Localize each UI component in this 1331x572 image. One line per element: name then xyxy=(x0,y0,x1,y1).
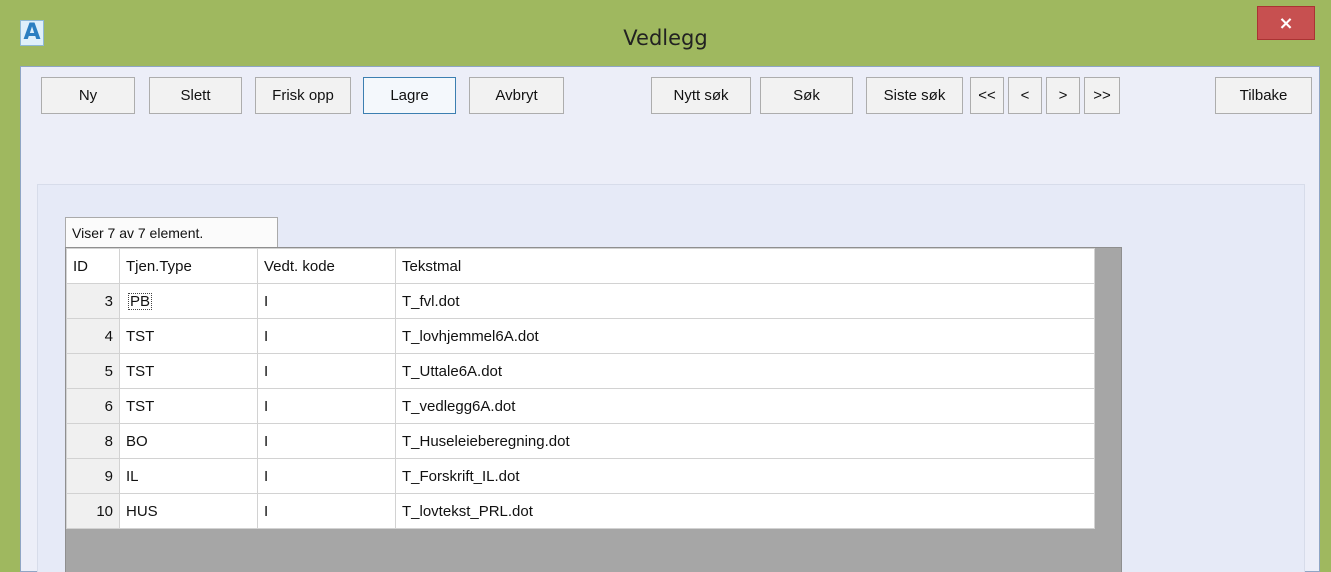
save-button[interactable]: Lagre xyxy=(363,77,456,114)
table-row[interactable]: 9 IL I T_Forskrift_IL.dot xyxy=(66,458,1095,494)
cell-text-template[interactable]: T_fvl.dot xyxy=(395,283,1095,319)
grid-table: ID Tjen.Type Vedt. kode Tekstmal 3 PB I … xyxy=(66,248,1095,529)
cell-text-template[interactable]: T_Forskrift_IL.dot xyxy=(395,458,1095,494)
window-title: Vedlegg xyxy=(623,26,708,50)
refresh-button[interactable]: Frisk opp xyxy=(255,77,351,114)
table-row[interactable]: 8 BO I T_Huseleieberegning.dot xyxy=(66,423,1095,459)
cell-service-type[interactable]: IL xyxy=(119,458,258,494)
cell-service-type[interactable]: PB xyxy=(119,283,258,319)
column-header-id[interactable]: ID xyxy=(66,248,120,284)
cell-service-type[interactable]: TST xyxy=(119,318,258,354)
last-search-button[interactable]: Siste søk xyxy=(866,77,963,114)
cell-decision-code[interactable]: I xyxy=(257,283,396,319)
column-header-decision-code[interactable]: Vedt. kode xyxy=(257,248,396,284)
cell-decision-code[interactable]: I xyxy=(257,423,396,459)
cell-decision-code[interactable]: I xyxy=(257,318,396,354)
cell-decision-code[interactable]: I xyxy=(257,353,396,389)
last-record-button[interactable]: >> xyxy=(1084,77,1120,114)
column-header-text-template[interactable]: Tekstmal xyxy=(395,248,1095,284)
delete-button[interactable]: Slett xyxy=(149,77,242,114)
previous-record-button[interactable]: < xyxy=(1008,77,1042,114)
grid-header-row: ID Tjen.Type Vedt. kode Tekstmal xyxy=(66,248,1095,284)
cell-id: 3 xyxy=(66,283,120,319)
application-window: A Vedlegg × Ny Slett Frisk opp Lagre Avb… xyxy=(0,0,1331,572)
client-area: Ny Slett Frisk opp Lagre Avbryt Nytt søk… xyxy=(20,66,1320,572)
back-button[interactable]: Tilbake xyxy=(1215,77,1312,114)
cell-decision-code[interactable]: I xyxy=(257,458,396,494)
cell-service-type[interactable]: BO xyxy=(119,423,258,459)
cancel-button[interactable]: Avbryt xyxy=(469,77,564,114)
cell-service-type[interactable]: HUS xyxy=(119,493,258,529)
cell-decision-code[interactable]: I xyxy=(257,388,396,424)
cell-id: 10 xyxy=(66,493,120,529)
table-row[interactable]: 10 HUS I T_lovtekst_PRL.dot xyxy=(66,493,1095,529)
new-button[interactable]: Ny xyxy=(41,77,135,114)
next-record-button[interactable]: > xyxy=(1046,77,1080,114)
cell-id: 5 xyxy=(66,353,120,389)
cell-id: 9 xyxy=(66,458,120,494)
cell-text-template[interactable]: T_lovtekst_PRL.dot xyxy=(395,493,1095,529)
close-button[interactable]: × xyxy=(1257,6,1315,40)
table-row[interactable]: 5 TST I T_Uttale6A.dot xyxy=(66,353,1095,389)
cell-id: 8 xyxy=(66,423,120,459)
cell-id: 4 xyxy=(66,318,120,354)
cell-service-type-value: PB xyxy=(126,291,154,312)
record-count-label: Viser 7 av 7 element. xyxy=(65,217,278,247)
cell-id: 6 xyxy=(66,388,120,424)
column-header-service-type[interactable]: Tjen.Type xyxy=(119,248,258,284)
first-record-button[interactable]: << xyxy=(970,77,1004,114)
cell-service-type[interactable]: TST xyxy=(119,388,258,424)
cell-text-template[interactable]: T_lovhjemmel6A.dot xyxy=(395,318,1095,354)
cell-service-type[interactable]: TST xyxy=(119,353,258,389)
cell-text-template[interactable]: T_vedlegg6A.dot xyxy=(395,388,1095,424)
data-grid[interactable]: ID Tjen.Type Vedt. kode Tekstmal 3 PB I … xyxy=(65,247,1122,572)
title-bar[interactable]: A Vedlegg × xyxy=(0,0,1331,66)
cell-decision-code[interactable]: I xyxy=(257,493,396,529)
cell-text-template[interactable]: T_Huseleieberegning.dot xyxy=(395,423,1095,459)
cell-text-template[interactable]: T_Uttale6A.dot xyxy=(395,353,1095,389)
table-row[interactable]: 3 PB I T_fvl.dot xyxy=(66,283,1095,319)
search-button[interactable]: Søk xyxy=(760,77,853,114)
table-row[interactable]: 4 TST I T_lovhjemmel6A.dot xyxy=(66,318,1095,354)
table-row[interactable]: 6 TST I T_vedlegg6A.dot xyxy=(66,388,1095,424)
new-search-button[interactable]: Nytt søk xyxy=(651,77,751,114)
